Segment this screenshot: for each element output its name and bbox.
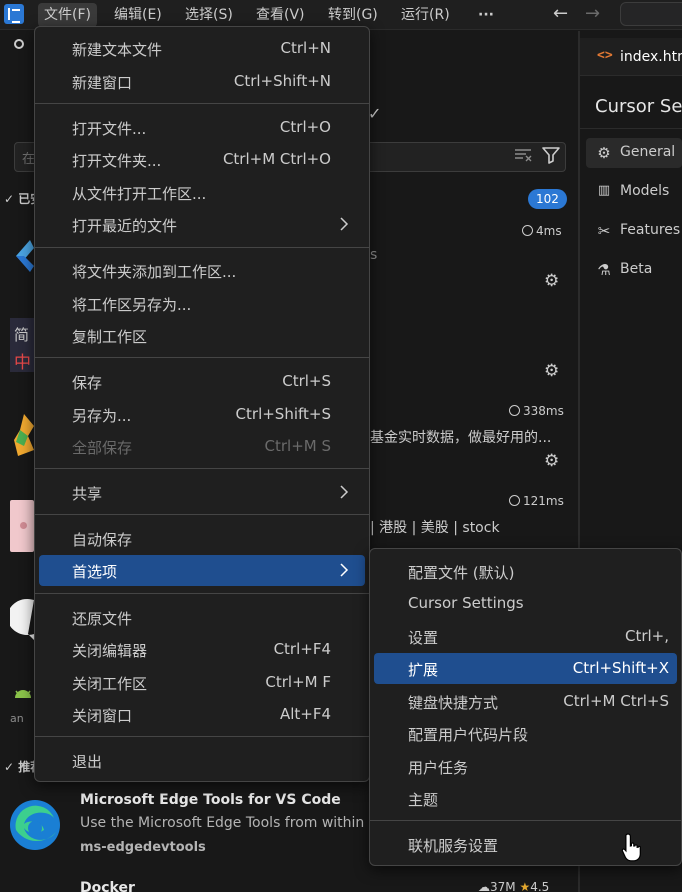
clock-icon bbox=[509, 495, 520, 506]
extension-gear-icon[interactable]: ⚙ bbox=[544, 451, 559, 471]
menu-item-user-snippets[interactable]: 配置用户代码片段 bbox=[374, 718, 677, 749]
menu-separator bbox=[35, 514, 369, 515]
menu-item-exit[interactable]: 退出 bbox=[39, 745, 365, 776]
menu-more-icon[interactable]: ··· bbox=[472, 3, 500, 27]
menu-item-save-workspace-as[interactable]: 将工作区另存为... bbox=[39, 288, 365, 319]
chevron-right-icon bbox=[340, 217, 349, 231]
menu-item-new-window[interactable]: 新建窗口 Ctrl+Shift+N bbox=[39, 66, 365, 97]
extension-publisher[interactable]: ms-edgedevtools bbox=[80, 840, 206, 855]
menu-separator bbox=[35, 247, 369, 248]
menu-item-close-window[interactable]: 关闭窗口 Alt+F4 bbox=[39, 699, 365, 730]
menu-item-add-folder[interactable]: 将文件夹添加到工作区... bbox=[39, 255, 365, 286]
extension-title[interactable]: Microsoft Edge Tools for VS Code bbox=[80, 792, 341, 808]
section-chevron-icon: ✓ bbox=[4, 192, 19, 206]
clock-icon bbox=[522, 225, 533, 236]
divider bbox=[580, 128, 682, 129]
android-label: an bbox=[10, 712, 24, 725]
command-center-search[interactable] bbox=[620, 2, 682, 26]
menu-item-open-workspace[interactable]: 从文件打开工作区... bbox=[39, 177, 365, 208]
chevron-right-icon bbox=[340, 563, 349, 577]
flask-icon: ⚗ bbox=[597, 261, 611, 279]
menu-run[interactable]: 运行(R) bbox=[395, 3, 456, 27]
menu-item-open-folder[interactable]: 打开文件夹... Ctrl+M Ctrl+O bbox=[39, 144, 365, 175]
hand-cursor-icon bbox=[621, 833, 641, 862]
menu-separator bbox=[370, 820, 681, 821]
clear-filter-icon[interactable] bbox=[514, 148, 532, 162]
extension-desc-fragment: 基金实时数据，做最好用的... bbox=[370, 430, 552, 446]
tab-label[interactable]: index.htm bbox=[620, 49, 682, 65]
menu-item-duplicate-workspace[interactable]: 复制工作区 bbox=[39, 320, 365, 351]
menu-separator bbox=[35, 468, 369, 469]
settings-nav-features[interactable]: ✂ Features bbox=[586, 216, 682, 246]
menu-item-close-workspace[interactable]: 关闭工作区 Ctrl+M F bbox=[39, 667, 365, 698]
android-icon bbox=[15, 690, 31, 698]
menu-file[interactable]: 文件(F) bbox=[38, 3, 97, 27]
settings-nav-models[interactable]: ▥ Models bbox=[586, 177, 682, 207]
back-arrow-icon[interactable]: ← bbox=[553, 1, 568, 27]
chart-icon: ▥ bbox=[597, 183, 611, 198]
settings-nav-general[interactable]: ⚙ General bbox=[586, 138, 682, 168]
extension-gear-icon[interactable]: ⚙ bbox=[544, 361, 559, 381]
menu-item-extensions[interactable]: 扩展 Ctrl+Shift+X bbox=[374, 653, 677, 684]
gear-icon: ⚙ bbox=[597, 144, 611, 162]
status-circle-icon bbox=[14, 39, 24, 49]
menu-item-close-editor[interactable]: 关闭编辑器 Ctrl+F4 bbox=[39, 634, 365, 665]
tools-icon: ✂ bbox=[597, 222, 611, 240]
settings-nav-beta[interactable]: ⚗ Beta bbox=[586, 255, 682, 285]
app-logo-icon bbox=[4, 4, 24, 24]
edge-logo-icon bbox=[10, 800, 60, 850]
menu-item-preferences[interactable]: 首选项 bbox=[39, 555, 365, 586]
installed-count-badge: 102 bbox=[528, 189, 567, 209]
extension-description: Use the Microsoft Edge Tools from within bbox=[80, 815, 365, 831]
menu-separator bbox=[35, 736, 369, 737]
settings-title: Cursor Se bbox=[595, 96, 682, 117]
menu-item-open-recent[interactable]: 打开最近的文件 bbox=[39, 209, 365, 240]
extension-icon bbox=[16, 240, 34, 272]
star-icon: ★ bbox=[519, 880, 531, 892]
menu-separator bbox=[35, 593, 369, 594]
menu-item-open-file[interactable]: 打开文件... Ctrl+O bbox=[39, 112, 365, 143]
menu-item-profiles[interactable]: 配置文件 (默认) bbox=[374, 556, 677, 587]
menu-item-share[interactable]: 共享 bbox=[39, 477, 365, 508]
menu-item-user-tasks[interactable]: 用户任务 bbox=[374, 751, 677, 782]
filter-icon[interactable] bbox=[541, 146, 561, 164]
html-file-icon: <> bbox=[597, 48, 613, 63]
extension-title[interactable]: Docker bbox=[80, 880, 135, 892]
check-icon[interactable]: ✓ bbox=[368, 104, 381, 123]
clock-icon bbox=[509, 405, 520, 416]
menu-selection[interactable]: 选择(S) bbox=[179, 3, 239, 27]
menu-item-save[interactable]: 保存 Ctrl+S bbox=[39, 366, 365, 397]
menu-item-auto-save[interactable]: 自动保存 bbox=[39, 523, 365, 554]
menu-item-settings[interactable]: 设置 Ctrl+, bbox=[374, 621, 677, 652]
preferences-submenu: 配置文件 (默认) Cursor Settings 设置 Ctrl+, 扩展 C… bbox=[369, 548, 682, 866]
extension-icon bbox=[10, 500, 34, 552]
menu-edit[interactable]: 编辑(E) bbox=[108, 3, 168, 27]
menu-item-themes[interactable]: 主题 bbox=[374, 783, 677, 814]
activation-time: 338ms bbox=[509, 404, 564, 418]
menu-view[interactable]: 查看(V) bbox=[250, 3, 311, 27]
menu-separator bbox=[35, 103, 369, 104]
extension-desc-fragment: s bbox=[370, 247, 378, 263]
chat-bubble-icon bbox=[10, 599, 34, 640]
extension-gear-icon[interactable]: ⚙ bbox=[544, 271, 559, 291]
file-menu: 新建文本文件 Ctrl+N 新建窗口 Ctrl+Shift+N 打开文件... … bbox=[34, 26, 370, 782]
forward-arrow-icon[interactable]: → bbox=[585, 1, 600, 27]
menu-item-cursor-settings[interactable]: Cursor Settings bbox=[374, 588, 677, 619]
menu-item-new-text-file[interactable]: 新建文本文件 Ctrl+N bbox=[39, 33, 365, 64]
extension-stats: ☁37M ★4.5 bbox=[478, 880, 550, 892]
menu-separator bbox=[35, 357, 369, 358]
section-chevron-icon: ✓ bbox=[4, 760, 19, 774]
activation-time: 4ms bbox=[522, 224, 562, 238]
activation-time: 121ms bbox=[509, 494, 564, 508]
menu-item-save-as[interactable]: 另存为... Ctrl+Shift+S bbox=[39, 399, 365, 430]
menu-go[interactable]: 转到(G) bbox=[322, 3, 384, 27]
extension-desc-fragment: | 港股 | 美股 | stock bbox=[370, 520, 500, 536]
menu-item-save-all: 全部保存 Ctrl+M S bbox=[72, 437, 331, 457]
extension-icon bbox=[14, 414, 34, 456]
menu-item-revert-file[interactable]: 还原文件 bbox=[39, 602, 365, 633]
menu-item-keyboard-shortcuts[interactable]: 键盘快捷方式 Ctrl+M Ctrl+S bbox=[374, 686, 677, 717]
extension-icon: 简 中 bbox=[10, 318, 34, 373]
cloud-download-icon: ☁ bbox=[478, 880, 490, 892]
chevron-right-icon bbox=[340, 485, 349, 499]
